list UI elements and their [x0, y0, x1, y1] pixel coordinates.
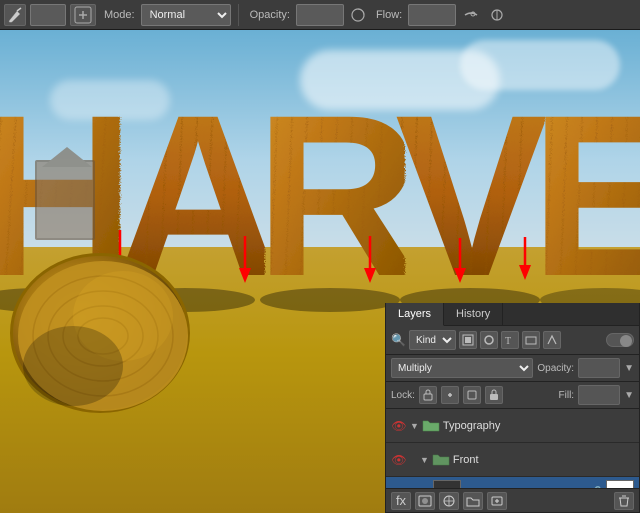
- add-adjustment-icon[interactable]: [439, 492, 459, 510]
- lock-pixels-icon[interactable]: [419, 386, 437, 404]
- opacity-arrow: ▼: [624, 363, 634, 374]
- brush-size-input[interactable]: 35: [30, 4, 66, 26]
- separator-1: [238, 4, 239, 26]
- layers-tabs: Layers History: [386, 303, 639, 326]
- filter-kind-select[interactable]: Kind: [409, 330, 456, 350]
- fill-label: Fill:: [559, 390, 575, 401]
- layer-front[interactable]: 👁 ▼ Front: [386, 443, 639, 477]
- layer-name-typography: Typography: [443, 420, 634, 432]
- search-icon: 🔍: [391, 333, 406, 347]
- svg-text:T: T: [505, 336, 511, 346]
- brush-tool-icon[interactable]: [4, 4, 26, 26]
- fill-arrow: ▼: [624, 390, 634, 401]
- lock-move-icon[interactable]: [463, 386, 481, 404]
- layers-filter-row: 🔍 Kind T: [386, 326, 639, 355]
- expand-arrow-front[interactable]: ▼: [420, 455, 429, 465]
- hay-bale: [10, 253, 190, 413]
- filter-adjust-icon[interactable]: [480, 331, 498, 349]
- fill-input[interactable]: 100%: [578, 385, 620, 405]
- airbrush-icon[interactable]: [460, 4, 482, 26]
- opacity-input[interactable]: 100%: [296, 4, 344, 26]
- filter-pixel-icon[interactable]: [459, 331, 477, 349]
- brush-options-icon[interactable]: [70, 4, 96, 26]
- layers-panel: Layers History 🔍 Kind T: [385, 303, 640, 513]
- canvas-area[interactable]: H A R V E: [0, 30, 640, 513]
- eye-icon-typography[interactable]: 👁: [391, 418, 407, 434]
- folder-icon-front: [432, 452, 450, 468]
- opacity-label: Opacity:: [537, 363, 574, 374]
- opacity-icon[interactable]: [348, 4, 368, 26]
- blend-opacity-row: Multiply Opacity: 100% ▼: [386, 355, 639, 382]
- flow-label: Flow:: [376, 9, 402, 21]
- add-style-icon[interactable]: fx: [391, 492, 411, 510]
- extra-icon[interactable]: [486, 4, 508, 26]
- layer-typography[interactable]: 👁 ▼ Typography: [386, 409, 639, 443]
- lock-position-icon[interactable]: [441, 386, 459, 404]
- folder-icon-typography: [422, 418, 440, 434]
- opacity-input[interactable]: 100%: [578, 358, 620, 378]
- filter-smart-icon[interactable]: [543, 331, 561, 349]
- expand-arrow-typography[interactable]: ▼: [410, 421, 419, 431]
- lock-all-icon[interactable]: [485, 386, 503, 404]
- filter-shape-icon[interactable]: [522, 331, 540, 349]
- tab-layers[interactable]: Layers: [386, 303, 444, 326]
- filter-text-icon[interactable]: T: [501, 331, 519, 349]
- flow-input[interactable]: 100%: [408, 4, 456, 26]
- background-structure: [35, 160, 95, 240]
- add-layer-icon[interactable]: [487, 492, 507, 510]
- layers-bottom-bar: fx: [386, 488, 639, 512]
- mode-select[interactable]: Normal: [141, 4, 231, 26]
- tab-history[interactable]: History: [444, 303, 503, 325]
- add-group-icon[interactable]: [463, 492, 483, 510]
- lock-fill-row: Lock: Fill: 100% ▼: [386, 382, 639, 409]
- toolbar: 35 Mode: Normal Opacity: 100% Flow: 100%: [0, 0, 640, 30]
- eye-icon-front[interactable]: 👁: [391, 452, 407, 468]
- mode-label: Mode:: [104, 9, 135, 21]
- delete-layer-icon[interactable]: [614, 492, 634, 510]
- blend-mode-select[interactable]: Multiply: [391, 358, 533, 378]
- layer-name-front: Front: [453, 454, 634, 466]
- add-mask-icon[interactable]: [415, 492, 435, 510]
- lock-label: Lock:: [391, 390, 415, 401]
- filter-toggle[interactable]: [606, 333, 634, 347]
- opacity-label: Opacity:: [250, 9, 290, 21]
